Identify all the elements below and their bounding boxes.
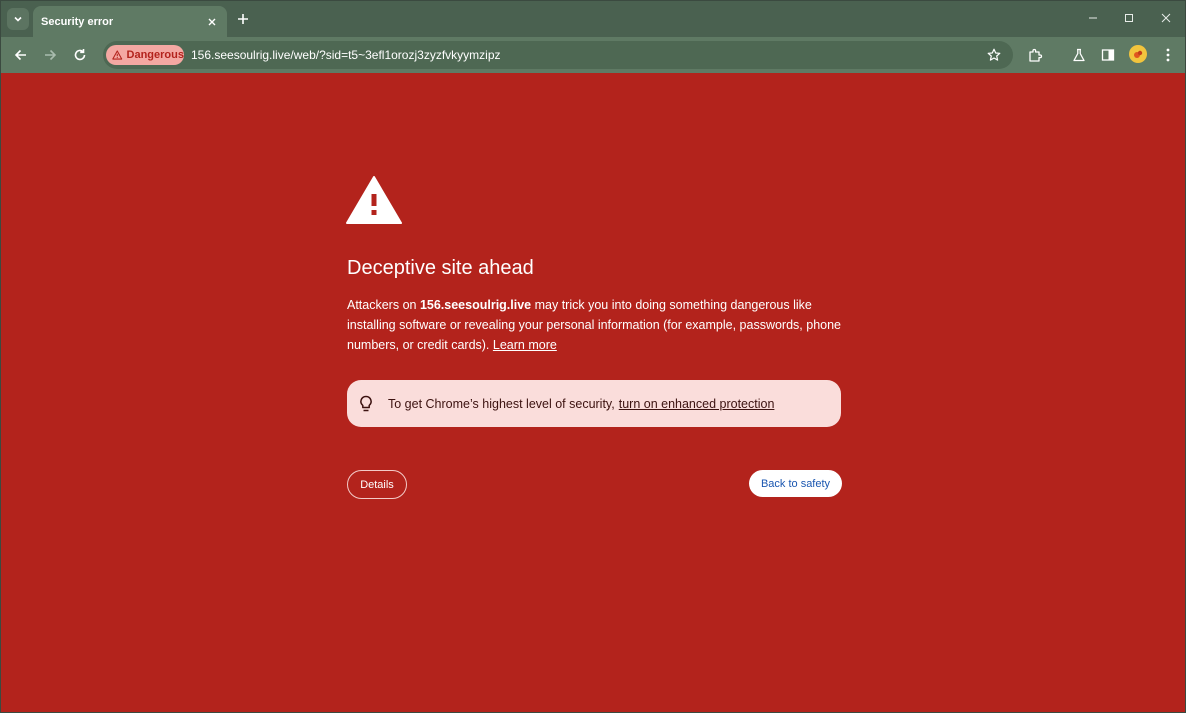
security-chip[interactable]: Dangerous	[106, 45, 184, 65]
url-text[interactable]: 156.seesoulrig.live/web/?sid=t5~3efl1oro…	[191, 48, 501, 62]
warning-description: Attackers on 156.seesoulrig.live may tri…	[347, 295, 847, 355]
site-name: 156.seesoulrig.live	[419, 298, 532, 312]
tab-title: Security error	[41, 15, 114, 28]
enhanced-protection-link[interactable]: turn on enhanced protection	[619, 397, 775, 411]
more-menu-icon	[1166, 48, 1170, 62]
toolbar: Dangerous 156.seesoulrig.live/web/?sid=t…	[1, 37, 1185, 73]
profile-avatar[interactable]	[1129, 45, 1147, 63]
minimize-icon	[1089, 17, 1097, 19]
learn-more-link[interactable]: Learn more	[493, 338, 557, 352]
page-title: Deceptive site ahead	[347, 257, 534, 279]
forward-arrow-icon	[45, 49, 57, 61]
maximize-button[interactable]	[1120, 9, 1138, 27]
details-button[interactable]: Details	[347, 470, 407, 499]
tab-close-button[interactable]	[205, 15, 219, 29]
star-icon	[987, 48, 1001, 61]
more-menu-button[interactable]	[1158, 45, 1178, 65]
extensions-icon	[1028, 48, 1042, 62]
maximize-icon	[1125, 14, 1133, 22]
side-panel-button[interactable]	[1098, 45, 1118, 65]
tab-security-error[interactable]: Security error	[33, 6, 227, 37]
security-chip-label: Dangerous	[126, 49, 184, 61]
bookmark-button[interactable]	[985, 46, 1003, 64]
back-arrow-icon	[14, 49, 26, 61]
minimize-button[interactable]	[1084, 9, 1102, 27]
back-button[interactable]	[11, 45, 31, 65]
interstitial-page: Deceptive site ahead Attackers on 156.se…	[1, 73, 1185, 712]
close-icon	[208, 18, 216, 25]
enhanced-protection-tip: To get Chrome’s highest level of securit…	[347, 380, 841, 427]
tab-search-icon	[14, 16, 22, 22]
warning-icon	[112, 50, 123, 60]
labs-button[interactable]	[1069, 45, 1089, 65]
labs-icon	[1073, 48, 1085, 62]
tab-strip: Security error	[1, 1, 1185, 37]
back-to-safety-button[interactable]: Back to safety	[749, 470, 842, 497]
reload-button[interactable]	[70, 45, 90, 65]
warning-icon	[346, 176, 402, 224]
reload-icon	[74, 49, 86, 61]
window-close-icon	[1161, 13, 1171, 23]
body-prefix: Attackers on	[347, 298, 420, 312]
side-panel-icon	[1101, 49, 1115, 61]
forward-button[interactable]	[40, 45, 60, 65]
tab-search-button[interactable]	[7, 8, 29, 30]
avatar-icon	[1134, 50, 1143, 58]
window-close-button[interactable]	[1157, 9, 1175, 27]
lightbulb-icon	[359, 395, 375, 413]
address-bar[interactable]: Dangerous 156.seesoulrig.live/web/?sid=t…	[103, 41, 1013, 69]
tip-text: To get Chrome’s highest level of securit…	[388, 396, 615, 411]
extensions-button[interactable]	[1025, 45, 1045, 65]
new-tab-button[interactable]	[234, 10, 252, 28]
plus-icon	[238, 14, 248, 24]
browser-window: Security error Dangerous 156.seesoulrig.…	[0, 0, 1186, 713]
